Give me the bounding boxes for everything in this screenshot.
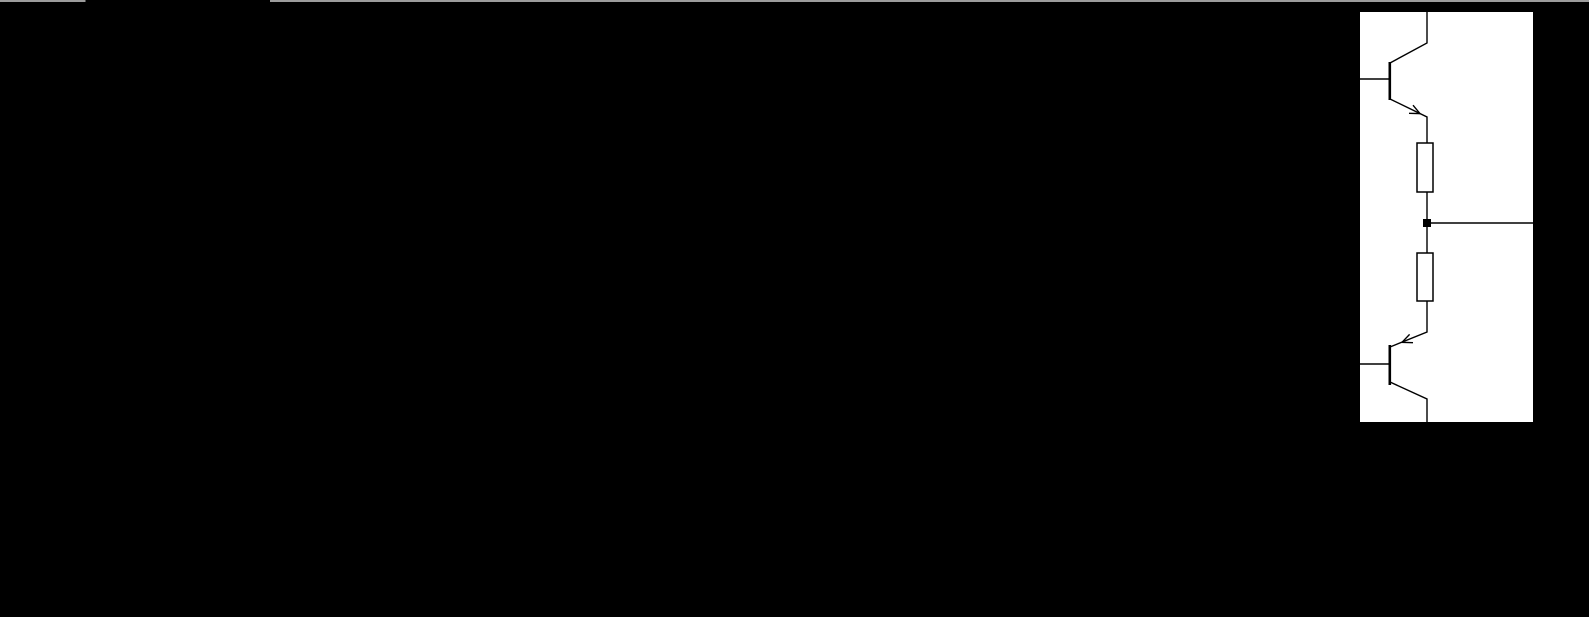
ltspice-window	[0, 0, 1589, 617]
q10-base-bar	[1388, 345, 1392, 385]
plot-canvas[interactable]	[0, 0, 1589, 617]
schematic-window[interactable]	[1360, 12, 1533, 422]
resistor-r4-body	[1416, 252, 1434, 302]
resistor-r3-body	[1416, 142, 1434, 193]
inset-plot-window[interactable]	[85, 0, 271, 278]
wire-junction-dot	[1423, 219, 1431, 227]
q9-base-bar	[1388, 62, 1392, 100]
